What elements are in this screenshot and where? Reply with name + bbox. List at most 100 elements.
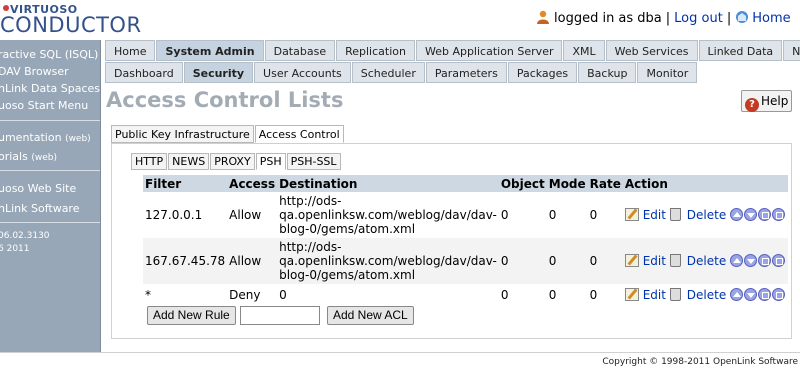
move-up-icon[interactable] (730, 288, 744, 301)
cell-mode: 0 (546, 238, 588, 284)
sidebar-item-suffix: (web) (31, 153, 57, 163)
cell-rate: 0 (587, 238, 623, 284)
delete-link[interactable]: Delete (687, 254, 726, 268)
sidebar-item-start-menu[interactable]: uoso Start Menu (0, 99, 88, 112)
trash-icon[interactable] (669, 254, 681, 267)
delete-link[interactable]: Delete (687, 208, 726, 222)
column-header: Filter (143, 175, 228, 192)
virtuoso-logo[interactable]: VIRTUOSO CONDUCTOR (0, 3, 141, 37)
protocol-tab-psh-ssl[interactable]: PSH-SSL (286, 153, 341, 170)
tab-dashboard[interactable]: Dashboard (105, 62, 183, 83)
add-new-rule-button[interactable]: Add New Rule (147, 306, 236, 325)
tab-web-services[interactable]: Web Services (605, 40, 698, 61)
logo-dot-icon (3, 5, 9, 11)
tab-home[interactable]: Home (105, 40, 156, 61)
sidebar-item-dav-browser[interactable]: DAV Browser (0, 65, 69, 78)
column-header: Access (227, 175, 278, 192)
move-up-icon[interactable] (730, 254, 744, 267)
sidebar-divider (0, 170, 100, 171)
build-date-text: 6 2011 (0, 244, 30, 254)
cell-destination: http://ods-qa.openlinksw.com/weblog/dav/… (277, 238, 499, 284)
primary-tabs: Home System Admin Database Replication Web A… (105, 40, 800, 61)
tab-linked-data[interactable]: Linked Data (698, 40, 783, 61)
help-icon: ? (745, 98, 759, 112)
header: VIRTUOSO CONDUCTOR logged in as dba | Log … (0, 0, 800, 40)
move-bottom-icon[interactable] (772, 254, 786, 267)
sidebar-item-tutorials[interactable]: orials (web) (0, 150, 57, 163)
cell-filter: * (143, 284, 228, 306)
logout-link[interactable]: Log out (674, 11, 723, 26)
column-header: Rate (587, 175, 623, 192)
logged-in-text: logged in as dba (554, 11, 662, 26)
edit-icon[interactable] (624, 288, 639, 301)
home-link[interactable]: Home (752, 11, 790, 26)
tab-backup[interactable]: Backup (578, 62, 637, 83)
sidebar-item-documentation[interactable]: umentation (web) (0, 131, 91, 144)
table-row: 127.0.0.1 Allow http://ods-qa.openlinksw.c… (143, 192, 789, 238)
cell-destination: 0 (277, 284, 499, 306)
move-up-icon[interactable] (730, 208, 744, 221)
move-top-icon[interactable] (758, 254, 772, 267)
protocol-tab-news[interactable]: NEWS (168, 153, 210, 170)
cell-filter: 167.67.45.78 (143, 238, 228, 284)
tab-security[interactable]: Security (183, 62, 254, 83)
sidebar-item-software[interactable]: nLink Software (0, 202, 80, 215)
move-bottom-icon[interactable] (772, 208, 786, 221)
footer: Copyright © 1998-2011 OpenLink Software (0, 352, 800, 373)
move-top-icon[interactable] (758, 208, 772, 221)
sidebar-item-label: umentation (0, 131, 62, 144)
divider: | (726, 11, 732, 26)
sidebar-item-label: nLink Data Spaces (0, 82, 101, 95)
edit-icon[interactable] (624, 208, 639, 221)
sidebar-item-label: DAV Browser (0, 65, 69, 78)
table-row: 167.67.45.78 Allow http://ods-qa.openlinks… (143, 238, 789, 284)
tab-web-application-server[interactable]: Web Application Server (415, 40, 563, 61)
edit-link[interactable]: Edit (643, 208, 666, 222)
protocol-tab-http[interactable]: HTTP (131, 153, 168, 170)
protocol-tab-psh[interactable]: PSH (255, 153, 286, 170)
sidebar-item-label: nLink Software (0, 202, 80, 215)
delete-link[interactable]: Delete (687, 288, 726, 302)
tab-replication[interactable]: Replication (336, 40, 415, 61)
trash-icon[interactable] (669, 208, 681, 221)
tab-parameters[interactable]: Parameters (425, 62, 507, 83)
acl-name-input[interactable] (240, 306, 320, 325)
sidebar-item-isql[interactable]: ractive SQL (ISQL) (0, 48, 98, 61)
tab-packages[interactable]: Packages (507, 62, 578, 83)
cell-access: Allow (227, 238, 278, 284)
protocol-tab-proxy[interactable]: PROXY (210, 153, 255, 170)
move-down-icon[interactable] (744, 208, 758, 221)
tab-user-accounts[interactable]: User Accounts (254, 62, 351, 83)
move-top-icon[interactable] (758, 288, 772, 301)
cell-access: Deny (227, 284, 278, 306)
trash-icon[interactable] (669, 288, 681, 301)
tab-nntp[interactable]: NNTP (783, 40, 800, 61)
sidebar-item-suffix: (web) (65, 134, 91, 144)
divider: | (665, 11, 671, 26)
tab-monitor[interactable]: Monitor (637, 62, 698, 83)
tab-system-admin[interactable]: System Admin (156, 40, 264, 61)
move-down-icon[interactable] (744, 254, 758, 267)
add-new-acl-button[interactable]: Add New ACL (327, 306, 414, 325)
help-label: Help (761, 94, 789, 108)
sidebar-divider (0, 222, 100, 223)
section-tab-access-control[interactable]: Access Control (254, 125, 344, 143)
edit-link[interactable]: Edit (643, 254, 666, 268)
tab-database[interactable]: Database (264, 40, 336, 61)
cell-object: 0 (498, 284, 547, 306)
cell-mode: 0 (546, 192, 588, 238)
help-button[interactable]: ? Help (741, 90, 792, 112)
tab-xml[interactable]: XML (563, 40, 605, 61)
tab-scheduler[interactable]: Scheduler (351, 62, 425, 83)
move-down-icon[interactable] (744, 288, 758, 301)
secondary-tabs: Dashboard Security User Accounts Scheduler P… (105, 62, 698, 83)
cell-destination: http://ods-qa.openlinksw.com/weblog/dav/… (277, 192, 499, 238)
sidebar-item-web-site[interactable]: uoso Web Site (0, 182, 76, 195)
edit-icon[interactable] (624, 254, 639, 267)
section-tab-public-key-infrastructure[interactable]: Public Key Infrastructure (111, 125, 254, 143)
cell-mode: 0 (546, 284, 588, 306)
user-icon (537, 10, 549, 24)
edit-link[interactable]: Edit (643, 288, 666, 302)
sidebar-item-data-spaces[interactable]: nLink Data Spaces (0, 82, 100, 95)
move-bottom-icon[interactable] (772, 288, 786, 301)
